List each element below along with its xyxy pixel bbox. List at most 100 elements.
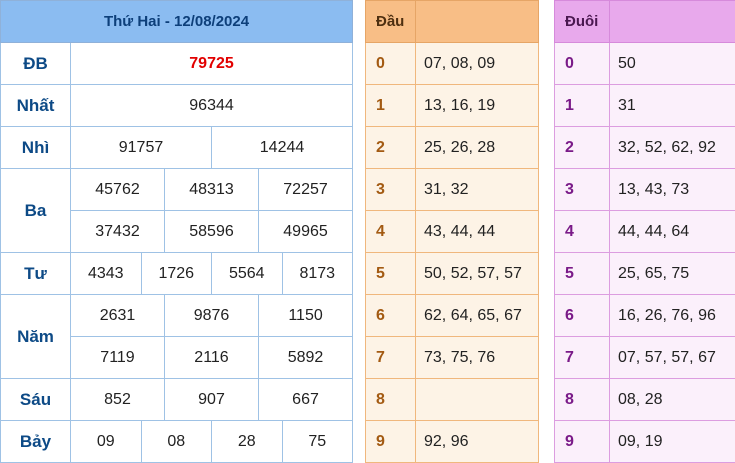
head-values: 13, 16, 19 bbox=[416, 85, 539, 127]
tail-table-title: Đuôi bbox=[555, 1, 610, 43]
prize-value: 14244 bbox=[212, 127, 353, 169]
tail-key: 8 bbox=[555, 379, 610, 421]
head-key: 6 bbox=[366, 295, 416, 337]
tail-values: 08, 28 bbox=[610, 379, 735, 421]
prize-label-ba: Ba bbox=[1, 169, 71, 253]
tail-key: 5 bbox=[555, 253, 610, 295]
head-digit-table: Đầu 007, 08, 09 113, 16, 19 225, 26, 28 … bbox=[365, 0, 539, 463]
head-key: 7 bbox=[366, 337, 416, 379]
prize-value: 28 bbox=[212, 421, 283, 463]
prize-label-sau: Sáu bbox=[1, 379, 71, 421]
head-key: 0 bbox=[366, 43, 416, 85]
tail-key: 3 bbox=[555, 169, 610, 211]
tail-values: 32, 52, 62, 92 bbox=[610, 127, 735, 169]
prize-value: 96344 bbox=[71, 85, 353, 127]
tail-key: 9 bbox=[555, 421, 610, 463]
head-values: 31, 32 bbox=[416, 169, 539, 211]
prize-label-nhi: Nhì bbox=[1, 127, 71, 169]
tail-key: 4 bbox=[555, 211, 610, 253]
head-values: 73, 75, 76 bbox=[416, 337, 539, 379]
tail-key: 1 bbox=[555, 85, 610, 127]
prize-value: 5564 bbox=[212, 253, 283, 295]
prize-label-nhat: Nhất bbox=[1, 85, 71, 127]
prize-value: 8173 bbox=[282, 253, 353, 295]
head-row: 331, 32 bbox=[366, 169, 539, 211]
prize-row-db: ĐB 79725 bbox=[1, 43, 353, 85]
head-row: 992, 96 bbox=[366, 421, 539, 463]
head-key: 3 bbox=[366, 169, 416, 211]
prize-value: 45762 bbox=[71, 169, 165, 211]
head-key: 8 bbox=[366, 379, 416, 421]
prize-value: 5892 bbox=[259, 337, 353, 379]
prize-row-sau: Sáu 852 907 667 bbox=[1, 379, 353, 421]
head-row: 8 bbox=[366, 379, 539, 421]
head-key: 4 bbox=[366, 211, 416, 253]
prize-row-nam-1: Năm 2631 9876 1150 bbox=[1, 295, 353, 337]
head-values: 43, 44, 44 bbox=[416, 211, 539, 253]
tail-row: 444, 44, 64 bbox=[555, 211, 735, 253]
tail-key: 0 bbox=[555, 43, 610, 85]
tail-values: 13, 43, 73 bbox=[610, 169, 735, 211]
prize-value: 08 bbox=[141, 421, 212, 463]
tail-row: 131 bbox=[555, 85, 735, 127]
prize-value: 48313 bbox=[165, 169, 259, 211]
prize-value: 58596 bbox=[165, 211, 259, 253]
prize-value: 2631 bbox=[71, 295, 165, 337]
tail-key: 7 bbox=[555, 337, 610, 379]
prize-row-nhat: Nhất 96344 bbox=[1, 85, 353, 127]
prize-value: 907 bbox=[165, 379, 259, 421]
prize-label-db: ĐB bbox=[1, 43, 71, 85]
tail-row: 616, 26, 76, 96 bbox=[555, 295, 735, 337]
prize-value: 667 bbox=[259, 379, 353, 421]
tail-row: 050 bbox=[555, 43, 735, 85]
tail-digit-table: Đuôi 050 131 232, 52, 62, 92 313, 43, 73… bbox=[554, 0, 735, 463]
tail-values: 50 bbox=[610, 43, 735, 85]
prize-row-ba-1: Ba 45762 48313 72257 bbox=[1, 169, 353, 211]
results-date-header: Thứ Hai - 12/08/2024 bbox=[1, 1, 353, 43]
head-values: 07, 08, 09 bbox=[416, 43, 539, 85]
tail-row: 313, 43, 73 bbox=[555, 169, 735, 211]
prize-value: 49965 bbox=[259, 211, 353, 253]
prize-row-tu: Tư 4343 1726 5564 8173 bbox=[1, 253, 353, 295]
tail-values: 16, 26, 76, 96 bbox=[610, 295, 735, 337]
tail-key: 2 bbox=[555, 127, 610, 169]
prize-value: 2116 bbox=[165, 337, 259, 379]
prize-row-nhi: Nhì 91757 14244 bbox=[1, 127, 353, 169]
tail-values: 25, 65, 75 bbox=[610, 253, 735, 295]
prize-value: 852 bbox=[71, 379, 165, 421]
prize-value: 4343 bbox=[71, 253, 142, 295]
head-values: 92, 96 bbox=[416, 421, 539, 463]
head-row: 443, 44, 44 bbox=[366, 211, 539, 253]
head-row: 113, 16, 19 bbox=[366, 85, 539, 127]
head-row: 225, 26, 28 bbox=[366, 127, 539, 169]
tail-row: 232, 52, 62, 92 bbox=[555, 127, 735, 169]
tail-row: 707, 57, 57, 67 bbox=[555, 337, 735, 379]
head-key: 1 bbox=[366, 85, 416, 127]
prize-label-bay: Bảy bbox=[1, 421, 71, 463]
tail-values: 07, 57, 57, 67 bbox=[610, 337, 735, 379]
prize-value: 7119 bbox=[71, 337, 165, 379]
head-row: 773, 75, 76 bbox=[366, 337, 539, 379]
head-key: 5 bbox=[366, 253, 416, 295]
prize-value: 75 bbox=[282, 421, 353, 463]
head-key: 2 bbox=[366, 127, 416, 169]
head-table-title: Đầu bbox=[366, 1, 416, 43]
head-key: 9 bbox=[366, 421, 416, 463]
head-table-blank-header bbox=[416, 1, 539, 43]
tail-values: 31 bbox=[610, 85, 735, 127]
head-values: 25, 26, 28 bbox=[416, 127, 539, 169]
tail-table-blank-header bbox=[610, 1, 735, 43]
prize-label-tu: Tư bbox=[1, 253, 71, 295]
prize-label-nam: Năm bbox=[1, 295, 71, 379]
prize-value: 1726 bbox=[141, 253, 212, 295]
special-prize-value: 79725 bbox=[71, 43, 353, 85]
tail-key: 6 bbox=[555, 295, 610, 337]
lottery-results-table: Thứ Hai - 12/08/2024 ĐB 79725 Nhất 96344… bbox=[0, 0, 353, 463]
head-row: 662, 64, 65, 67 bbox=[366, 295, 539, 337]
tail-row: 525, 65, 75 bbox=[555, 253, 735, 295]
head-values bbox=[416, 379, 539, 421]
prize-value: 91757 bbox=[71, 127, 212, 169]
prize-row-bay: Bảy 09 08 28 75 bbox=[1, 421, 353, 463]
tail-row: 808, 28 bbox=[555, 379, 735, 421]
prize-value: 09 bbox=[71, 421, 142, 463]
